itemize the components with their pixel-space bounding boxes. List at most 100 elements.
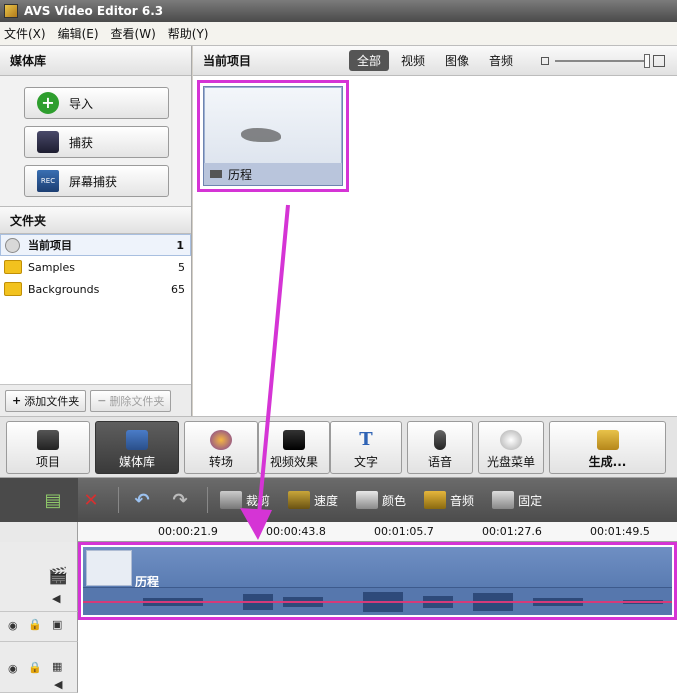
storyboard-toggle-icon[interactable]: ▤ (42, 490, 64, 511)
screen-capture-button[interactable]: REC 屏幕捕获 (24, 165, 169, 197)
disc-menu-button-label: 光盘菜单 (486, 455, 535, 469)
transitions-button[interactable]: 转场 (184, 421, 258, 474)
lock-icon[interactable]: 🔒 (28, 618, 42, 631)
zoom-in-icon[interactable] (653, 54, 666, 67)
gear-icon (5, 237, 20, 253)
ruler-tick: 00:01:27.6 (482, 525, 542, 538)
project-panel: 当前项目 全部 视频 图像 音频 历程 (193, 46, 677, 416)
speed-label: 速度 (314, 493, 339, 508)
media-library-panel: 媒体库 + 导入 捕获 REC 屏幕捕获 文件夹 当前项目 1 Samples … (0, 46, 192, 416)
folder-item-backgrounds[interactable]: Backgrounds 65 (0, 278, 191, 300)
zoom-out-icon[interactable] (541, 56, 550, 65)
toolbar-separator (207, 487, 208, 513)
project-button[interactable]: 项目 (6, 421, 90, 474)
add-folder-button[interactable]: + 添加文件夹 (5, 389, 87, 412)
audio-waveform[interactable] (83, 587, 672, 615)
timeline-clip-thumbnail (86, 550, 132, 586)
speaker-icon[interactable]: ◀ (54, 678, 62, 691)
video-track-header: 🎬 ◀ (0, 542, 78, 612)
audio-label: 音频 (450, 493, 475, 508)
transitions-button-label: 转场 (208, 455, 233, 469)
menu-help[interactable]: 帮助(Y) (168, 25, 209, 42)
text-t-icon: T (359, 429, 373, 450)
produce-button[interactable]: 生成... (549, 421, 666, 474)
import-button[interactable]: + 导入 (24, 87, 169, 119)
filter-tab-all[interactable]: 全部 (349, 50, 390, 71)
screen-capture-icon: REC (37, 170, 59, 192)
timeline-video-clip-frame[interactable]: 历程 (78, 542, 677, 620)
zoom-slider-thumb[interactable] (644, 53, 651, 68)
microphone-icon (434, 430, 446, 450)
audio-note-icon (424, 491, 447, 509)
speaker-icon[interactable]: ◀ (52, 592, 60, 605)
text-button[interactable]: T 文字 (330, 421, 402, 474)
folder-item-current-project[interactable]: 当前项目 1 (0, 234, 191, 256)
filter-tab-image[interactable]: 图像 (437, 50, 477, 71)
function-toolbar: 项目 媒体库 转场 视频效果 T 文字 语音 光盘菜单 生成... (0, 416, 677, 478)
audio-tool[interactable]: 音频 (424, 491, 474, 509)
menu-file[interactable]: 文件(X) (4, 25, 46, 42)
remove-folder-button[interactable]: − 删除文件夹 (90, 389, 172, 412)
project-toolbar: 当前项目 全部 视频 图像 音频 (193, 46, 677, 76)
filter-tab-video[interactable]: 视频 (393, 50, 433, 71)
timeline-toolbar: ▤ ✕ ↶ ↷ 裁剪 速度 颜色 音频 固定 (0, 478, 677, 522)
project-clip-card[interactable]: 历程 (197, 80, 349, 192)
timeline-video-clip[interactable]: 历程 (83, 547, 672, 615)
folder-header: 文件夹 (0, 206, 191, 234)
media-library-button-label: 媒体库 (118, 455, 155, 469)
timeline-ruler[interactable]: 00:00:21.9 00:00:43.8 00:01:05.7 00:01:2… (0, 522, 677, 542)
clip-inner: 历程 (203, 86, 343, 186)
capture-label: 捕获 (69, 135, 94, 150)
effects-icon: ▣ (52, 618, 63, 631)
project-title: 当前项目 (203, 54, 252, 68)
menu-view[interactable]: 查看(W) (111, 25, 156, 42)
effects-track-header: ◉ 🔒 ▣ (0, 612, 78, 642)
color-label: 颜色 (382, 493, 407, 508)
folder-count: 65 (171, 282, 185, 296)
timeline-toolbar-gutter (0, 478, 78, 522)
overlay-icon: ▦ (52, 660, 63, 673)
plus-small-icon: + (12, 394, 22, 407)
video-effects-button[interactable]: 视频效果 (258, 421, 330, 474)
folder-list: 当前项目 1 Samples 5 Backgrounds 65 (0, 234, 191, 384)
zoom-slider[interactable] (555, 53, 651, 68)
title-bar: AVS Video Editor 6.3 (0, 0, 677, 22)
freeze-label: 固定 (518, 493, 543, 508)
clapper-icon (37, 430, 59, 450)
disc-icon (500, 430, 522, 450)
produce-house-icon (596, 430, 619, 450)
eye-icon[interactable]: ◉ (8, 619, 18, 632)
filter-tab-audio[interactable]: 音频 (481, 50, 521, 71)
eye-icon[interactable]: ◉ (8, 662, 18, 675)
overlay-track-header: ◉ 🔒 ▦ ◀ (0, 642, 78, 693)
volume-envelope-line[interactable] (83, 601, 672, 603)
voice-button[interactable]: 语音 (407, 421, 473, 474)
import-label: 导入 (69, 96, 94, 111)
effects-star-icon (283, 430, 305, 450)
redo-icon[interactable]: ↷ (169, 490, 191, 511)
disc-menu-button[interactable]: 光盘菜单 (478, 421, 544, 474)
lock-icon[interactable]: 🔒 (28, 661, 42, 674)
capture-button[interactable]: 捕获 (24, 126, 169, 158)
minus-icon: − (97, 394, 107, 407)
media-library-button[interactable]: 媒体库 (95, 421, 179, 474)
toolbar-separator (118, 487, 119, 513)
delete-icon[interactable]: ✕ (80, 490, 102, 511)
trim-icon (220, 491, 242, 509)
project-button-label: 项目 (35, 455, 60, 469)
ruler-tick: 00:00:43.8 (266, 525, 326, 538)
transition-swirl-icon (210, 430, 232, 450)
folder-item-samples[interactable]: Samples 5 (0, 256, 191, 278)
undo-icon[interactable]: ↶ (131, 490, 153, 511)
speed-tool[interactable]: 速度 (288, 491, 338, 509)
color-tool[interactable]: 颜色 (356, 491, 406, 509)
ruler-tick: 00:00:21.9 (158, 525, 218, 538)
speed-icon (288, 491, 311, 509)
trim-tool[interactable]: 裁剪 (220, 491, 270, 509)
freeze-tool[interactable]: 固定 (492, 491, 542, 509)
menu-bar: 文件(X) 编辑(E) 查看(W) 帮助(Y) (0, 22, 677, 46)
menu-edit[interactable]: 编辑(E) (58, 25, 99, 42)
ruler-gutter (0, 522, 78, 542)
folder-name: Backgrounds (28, 282, 100, 296)
video-camera-icon (210, 170, 222, 178)
